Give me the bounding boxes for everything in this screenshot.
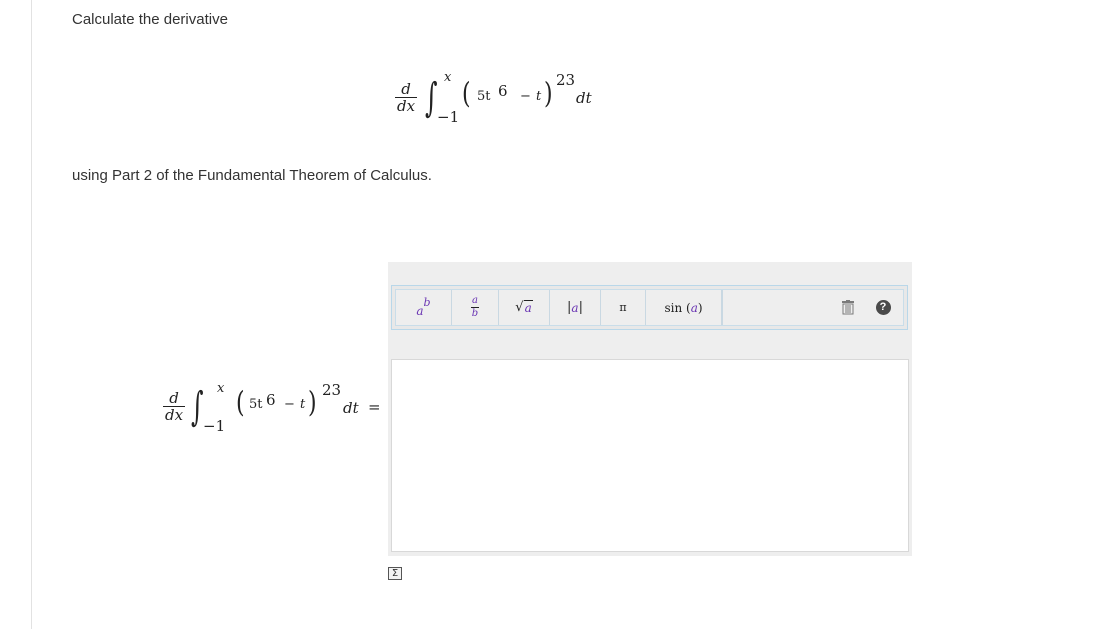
exponent-6: 6	[498, 82, 508, 100]
dx-denominator: dx	[396, 97, 416, 115]
sin-button[interactable]: sin (a)	[646, 290, 722, 325]
left-paren: (	[236, 387, 245, 420]
lower-limit: −1	[203, 417, 226, 435]
prompt-instruction: using Part 2 of the Fundamental Theorem …	[72, 167, 432, 184]
sin-label: sin	[664, 300, 683, 315]
integral-sign: ∫	[191, 384, 204, 430]
answer-input[interactable]	[391, 359, 909, 552]
integral-expression-answer-label: d dx ∫ x −1 ( 5t 6 − t ) 23 dt =	[161, 377, 391, 437]
fraction-denominator: b	[471, 308, 479, 319]
toolbar-buttons: ab a b √ a | a | π sin (a) ?	[395, 289, 904, 326]
sqrt-button[interactable]: √ a	[499, 290, 550, 325]
toolbar-spacer	[722, 290, 833, 325]
minus-sign: −	[520, 89, 531, 104]
trash-icon-graphic	[842, 300, 854, 315]
base-5t: 5t	[249, 397, 263, 412]
derivative-operator: d dx	[395, 80, 417, 115]
outer-exponent: 23	[556, 71, 576, 89]
abs-arg: a	[571, 300, 579, 315]
power-exponent: b	[423, 296, 431, 309]
outer-exponent: 23	[322, 381, 342, 399]
integral-sign: ∫	[425, 75, 438, 121]
base-term: 5t	[477, 89, 491, 104]
help-circle: ?	[875, 300, 891, 315]
pi-button[interactable]: π	[601, 290, 646, 325]
math-toolbar: ab a b √ a | a | π sin (a) ?	[391, 285, 908, 330]
abs-value-button[interactable]: | a |	[550, 290, 601, 325]
right-paren: )	[308, 387, 317, 420]
pi-symbol: π	[619, 301, 627, 314]
power-base: a	[416, 303, 424, 318]
fraction-button[interactable]: a b	[452, 290, 499, 325]
variable-t: t	[536, 89, 542, 104]
left-divider	[31, 0, 32, 629]
power-button[interactable]: ab	[396, 290, 452, 325]
sin-arg: a	[690, 300, 698, 315]
right-paren: )	[544, 78, 553, 111]
prompt-intro: Calculate the derivative	[72, 11, 228, 28]
fraction-numerator: a	[472, 295, 478, 306]
abs-right: |	[578, 300, 583, 315]
base-term: 5t	[249, 397, 263, 412]
base-5t: 5t	[477, 89, 491, 104]
integral-expression-display: d dx ∫ x −1 ( 5t 6 − t ) 23 dt	[393, 70, 613, 130]
differential-dt: dt	[343, 399, 359, 417]
equals-sign: =	[368, 398, 381, 416]
derivative-operator: d dx	[163, 389, 185, 424]
d-numerator: d	[401, 80, 411, 98]
trash-icon[interactable]	[833, 290, 863, 325]
d-numerator: d	[169, 389, 179, 407]
exponent-6: 6	[266, 391, 276, 409]
variable-t: t	[300, 397, 306, 412]
differential-dt: dt	[576, 89, 592, 107]
minus-sign: −	[284, 397, 295, 412]
sqrt-arg: a	[523, 300, 533, 315]
upper-limit: x	[217, 381, 225, 396]
sin-rparen: )	[697, 300, 703, 315]
left-paren: (	[462, 78, 471, 111]
dx-denominator: dx	[164, 406, 184, 424]
equation-editor-icon[interactable]: Σ	[388, 567, 402, 580]
help-icon[interactable]: ?	[863, 290, 903, 325]
sqrt-icon: √	[515, 300, 524, 315]
lower-limit: −1	[437, 108, 460, 126]
answer-widget: ab a b √ a | a | π sin (a) ?	[388, 262, 912, 556]
upper-limit: x	[444, 70, 452, 85]
